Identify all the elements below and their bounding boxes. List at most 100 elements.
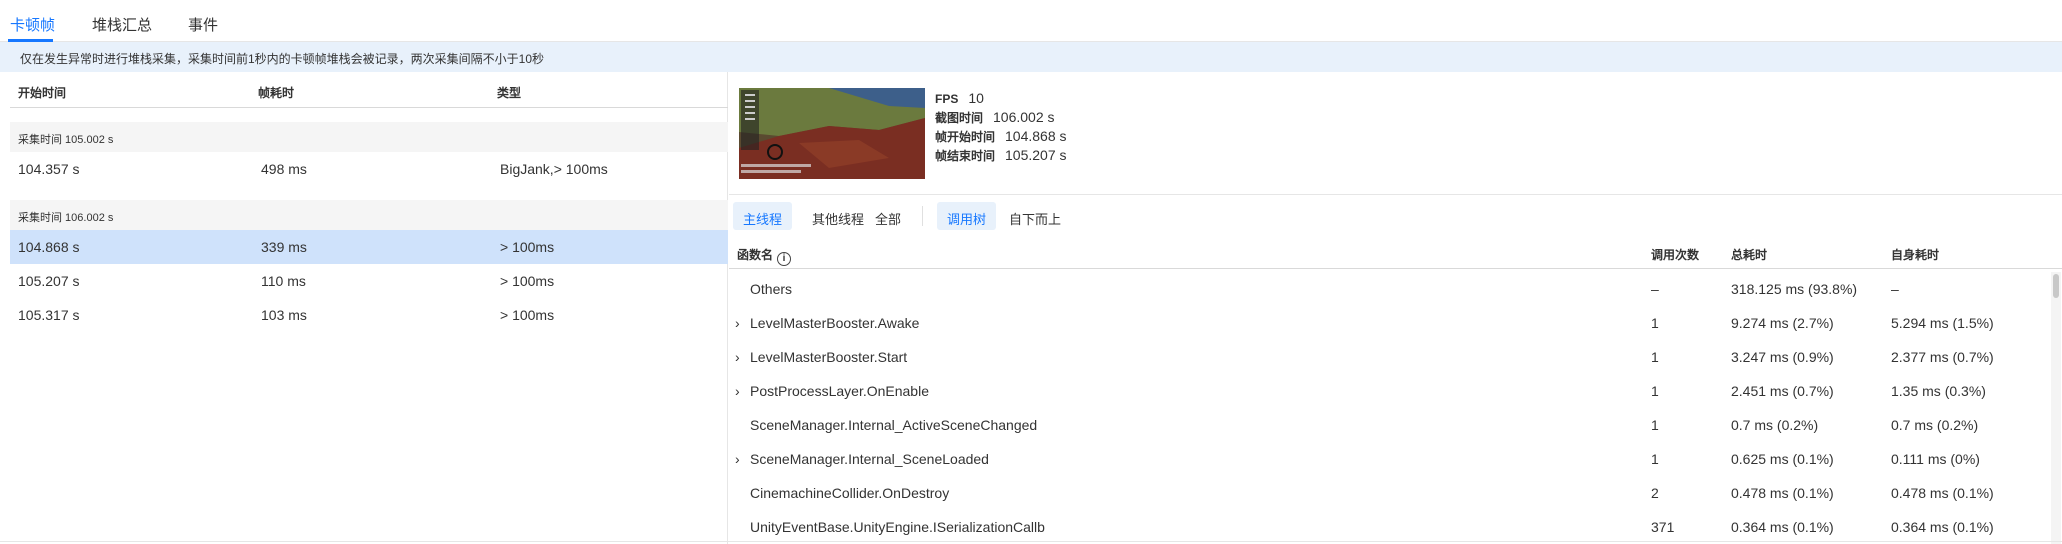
self-time-cell: 5.294 ms (1.5%) (1891, 315, 1994, 331)
start-time-cell: 104.868 s (18, 239, 80, 255)
call-tree-row[interactable]: Others – 318.125 ms (93.8%) – (729, 272, 2049, 306)
table-row[interactable]: 105.317 s 103 ms > 100ms (10, 298, 728, 332)
total-time-cell: 9.274 ms (2.7%) (1731, 315, 1834, 331)
call-count-cell: – (1651, 281, 1659, 297)
call-tree-row[interactable]: › LevelMasterBooster.Awake 1 9.274 ms (2.7%… (729, 306, 2049, 340)
column-function-name[interactable]: 函数名 i (737, 246, 792, 266)
tab-bottom-up[interactable]: 自下而上 (999, 202, 1071, 230)
column-self-time[interactable]: 自身耗时 (1891, 246, 1939, 263)
screenshot-image (739, 88, 925, 179)
column-total-time[interactable]: 总耗时 (1731, 246, 1767, 263)
table-row[interactable]: 105.207 s 110 ms > 100ms (10, 264, 728, 298)
frame-cost-cell: 103 ms (261, 307, 307, 323)
scrollbar-thumb[interactable] (2053, 274, 2059, 298)
frame-start-info: 帧开始时间 104.868 s (935, 128, 1067, 145)
function-name-cell: LevelMasterBooster.Awake (750, 315, 920, 331)
group-header: 采集时间 105.002 s (10, 122, 728, 152)
call-tree-row[interactable]: SceneManager.Internal_ActiveSceneChanged… (729, 408, 2049, 442)
self-time-cell: – (1891, 281, 1899, 297)
start-time-cell: 105.207 s (18, 273, 80, 289)
function-name-cell: SceneManager.Internal_SceneLoaded (750, 451, 989, 467)
thread-view-tabs: 主线程 其他线程 全部 调用树 自下而上 (729, 202, 2062, 232)
total-time-cell: 0.478 ms (0.1%) (1731, 485, 1834, 501)
self-time-cell: 0.364 ms (0.1%) (1891, 519, 1994, 535)
frame-cost-cell: 110 ms (261, 273, 306, 289)
call-tree-row[interactable]: › PostProcessLayer.OnEnable 1 2.451 ms (0.7… (729, 374, 2049, 408)
vertical-scrollbar[interactable] (2051, 272, 2061, 544)
self-time-cell: 0.7 ms (0.2%) (1891, 417, 1979, 433)
tab-events[interactable]: 事件 (188, 14, 218, 35)
column-type[interactable]: 类型 (497, 84, 521, 101)
self-time-cell: 2.377 ms (0.7%) (1891, 349, 1994, 365)
chevron-right-icon[interactable]: › (735, 315, 745, 331)
frame-end-value: 105.207 s (1005, 147, 1067, 163)
call-count-cell: 1 (1651, 451, 1659, 467)
group-label: 采集时间 105.002 s (18, 134, 114, 146)
call-tree-row[interactable]: › SceneManager.Internal_SceneLoaded 1 0.625… (729, 442, 2049, 476)
self-time-cell: 1.35 ms (0.3%) (1891, 383, 1986, 399)
function-name-cell: PostProcessLayer.OnEnable (750, 383, 929, 399)
call-count-cell: 1 (1651, 417, 1659, 433)
call-count-cell: 1 (1651, 315, 1659, 331)
notice-bar: 仅在发生异常时进行堆栈采集，采集时间前1秒内的卡顿帧堆栈会被记录，两次采集间隔不… (0, 42, 2062, 72)
table-row-selected[interactable]: 104.868 s 339 ms > 100ms (10, 230, 728, 264)
total-time-cell: 318.125 ms (93.8%) (1731, 281, 1858, 297)
jank-frame-table: 开始时间 帧耗时 类型 采集时间 105.002 s 104.357 s 498… (0, 72, 728, 544)
frame-end-label: 帧结束时间 (935, 149, 996, 163)
call-tree-row[interactable]: UnityEventBase.UnityEngine.ISerializatio… (729, 510, 2049, 544)
info-icon[interactable]: i (777, 252, 792, 266)
self-time-cell: 0.478 ms (0.1%) (1891, 485, 1994, 501)
frame-start-label: 帧开始时间 (935, 130, 996, 144)
call-tree-row[interactable]: › LevelMasterBooster.Start 1 3.247 ms (0.9%… (729, 340, 2049, 374)
frame-screenshot-thumbnail[interactable] (739, 88, 925, 179)
tab-all-threads[interactable]: 全部 (865, 202, 911, 230)
function-name-cell: LevelMasterBooster.Start (750, 349, 908, 365)
tab-other-threads[interactable]: 其他线程 (802, 202, 874, 230)
divider (0, 541, 2062, 542)
call-table-header: 函数名 i 调用次数 总耗时 自身耗时 (729, 236, 2062, 269)
call-count-cell: 2 (1651, 485, 1659, 501)
frame-end-info: 帧结束时间 105.207 s (935, 147, 1067, 164)
column-start-time[interactable]: 开始时间 (18, 84, 66, 101)
fps-info: FPS 10 (935, 90, 984, 106)
top-tabs: 卡顿帧 堆栈汇总 事件 (0, 0, 2062, 42)
type-cell: > 100ms (500, 239, 555, 255)
frame-cost-cell: 339 ms (261, 239, 307, 255)
total-time-cell: 0.625 ms (0.1%) (1731, 451, 1834, 467)
total-time-cell: 2.451 ms (0.7%) (1731, 383, 1834, 399)
fps-value: 10 (968, 90, 984, 106)
tab-separator (922, 206, 923, 226)
tab-stack-summary[interactable]: 堆栈汇总 (92, 14, 152, 35)
table-header: 开始时间 帧耗时 类型 (10, 72, 728, 108)
fps-label: FPS (935, 92, 959, 106)
total-time-cell: 0.364 ms (0.1%) (1731, 519, 1834, 535)
type-cell: BigJank,> 100ms (500, 161, 608, 177)
tab-main-thread[interactable]: 主线程 (733, 202, 793, 230)
tab-call-tree[interactable]: 调用树 (937, 202, 997, 230)
function-name-cell: UnityEventBase.UnityEngine.ISerializatio… (750, 519, 1045, 535)
table-row[interactable]: 104.357 s 498 ms BigJank,> 100ms (10, 152, 728, 186)
call-count-cell: 1 (1651, 349, 1659, 365)
column-call-count[interactable]: 调用次数 (1651, 246, 1699, 263)
type-cell: > 100ms (500, 307, 555, 323)
self-time-cell: 0.111 ms (0%) (1891, 451, 1980, 467)
tab-jank-frames[interactable]: 卡顿帧 (10, 14, 55, 35)
column-frame-cost[interactable]: 帧耗时 (258, 84, 294, 101)
notice-text: 仅在发生异常时进行堆栈采集，采集时间前1秒内的卡顿帧堆栈会被记录，两次采集间隔不… (20, 52, 545, 66)
divider (729, 194, 2062, 195)
function-name-cell: CinemachineCollider.OnDestroy (750, 485, 950, 501)
call-tree-row[interactable]: CinemachineCollider.OnDestroy 2 0.478 ms (… (729, 476, 2049, 510)
chevron-right-icon[interactable]: › (735, 349, 745, 365)
group-header: 采集时间 106.002 s (10, 200, 728, 230)
capture-time-value: 106.002 s (993, 109, 1055, 125)
call-count-cell: 371 (1651, 519, 1675, 535)
group-label: 采集时间 106.002 s (18, 212, 114, 224)
start-time-cell: 105.317 s (18, 307, 80, 323)
frame-start-value: 104.868 s (1005, 128, 1067, 144)
chevron-right-icon[interactable]: › (735, 383, 745, 399)
frame-cost-cell: 498 ms (261, 161, 307, 177)
chevron-right-icon[interactable]: › (735, 451, 745, 467)
capture-time-info: 截图时间 106.002 s (935, 109, 1055, 126)
start-time-cell: 104.357 s (18, 161, 80, 177)
type-cell: > 100ms (500, 273, 555, 289)
